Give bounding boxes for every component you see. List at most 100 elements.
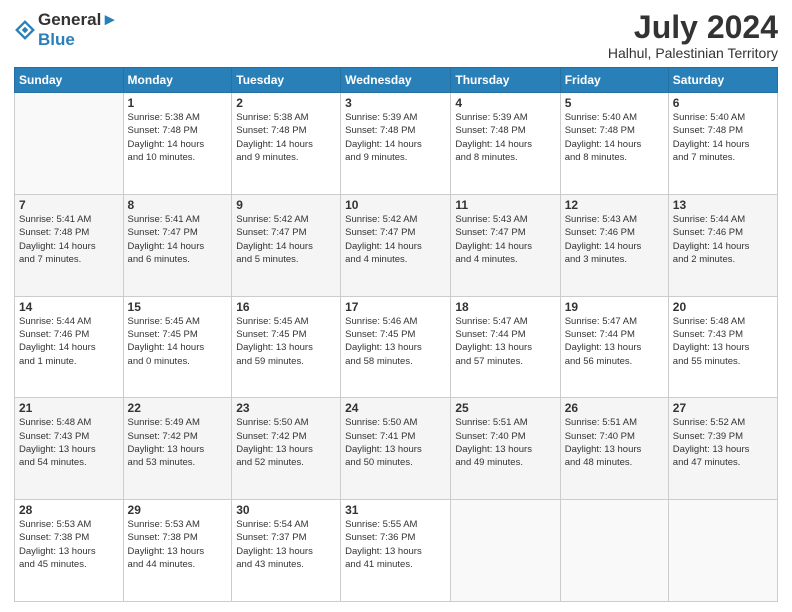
title-section: July 2024 Halhul, Palestinian Territory — [608, 10, 778, 61]
calendar-week-row: 21Sunrise: 5:48 AM Sunset: 7:43 PM Dayli… — [15, 398, 778, 500]
day-number: 9 — [236, 198, 336, 212]
calendar-week-row: 28Sunrise: 5:53 AM Sunset: 7:38 PM Dayli… — [15, 500, 778, 602]
calendar-cell: 5Sunrise: 5:40 AM Sunset: 7:48 PM Daylig… — [560, 93, 668, 195]
calendar-cell: 23Sunrise: 5:50 AM Sunset: 7:42 PM Dayli… — [232, 398, 341, 500]
day-info: Sunrise: 5:47 AM Sunset: 7:44 PM Dayligh… — [565, 315, 664, 368]
calendar-cell: 10Sunrise: 5:42 AM Sunset: 7:47 PM Dayli… — [341, 194, 451, 296]
day-info: Sunrise: 5:42 AM Sunset: 7:47 PM Dayligh… — [345, 213, 446, 266]
calendar-day-header: Saturday — [668, 68, 777, 93]
day-number: 27 — [673, 401, 773, 415]
calendar-cell: 24Sunrise: 5:50 AM Sunset: 7:41 PM Dayli… — [341, 398, 451, 500]
calendar-cell: 22Sunrise: 5:49 AM Sunset: 7:42 PM Dayli… — [123, 398, 232, 500]
day-info: Sunrise: 5:48 AM Sunset: 7:43 PM Dayligh… — [673, 315, 773, 368]
day-info: Sunrise: 5:39 AM Sunset: 7:48 PM Dayligh… — [455, 111, 555, 164]
day-number: 10 — [345, 198, 446, 212]
calendar-day-header: Thursday — [451, 68, 560, 93]
calendar-day-header: Tuesday — [232, 68, 341, 93]
day-info: Sunrise: 5:38 AM Sunset: 7:48 PM Dayligh… — [128, 111, 228, 164]
day-number: 2 — [236, 96, 336, 110]
day-info: Sunrise: 5:51 AM Sunset: 7:40 PM Dayligh… — [455, 416, 555, 469]
calendar-cell: 1Sunrise: 5:38 AM Sunset: 7:48 PM Daylig… — [123, 93, 232, 195]
day-number: 4 — [455, 96, 555, 110]
day-number: 3 — [345, 96, 446, 110]
calendar-cell: 9Sunrise: 5:42 AM Sunset: 7:47 PM Daylig… — [232, 194, 341, 296]
calendar-cell: 4Sunrise: 5:39 AM Sunset: 7:48 PM Daylig… — [451, 93, 560, 195]
calendar-cell: 6Sunrise: 5:40 AM Sunset: 7:48 PM Daylig… — [668, 93, 777, 195]
calendar-cell: 30Sunrise: 5:54 AM Sunset: 7:37 PM Dayli… — [232, 500, 341, 602]
day-number: 13 — [673, 198, 773, 212]
calendar-cell: 26Sunrise: 5:51 AM Sunset: 7:40 PM Dayli… — [560, 398, 668, 500]
calendar-day-header: Sunday — [15, 68, 124, 93]
day-info: Sunrise: 5:41 AM Sunset: 7:48 PM Dayligh… — [19, 213, 119, 266]
main-title: July 2024 — [608, 10, 778, 45]
day-info: Sunrise: 5:39 AM Sunset: 7:48 PM Dayligh… — [345, 111, 446, 164]
logo-icon — [14, 19, 36, 41]
day-number: 11 — [455, 198, 555, 212]
calendar-day-header: Monday — [123, 68, 232, 93]
day-number: 14 — [19, 300, 119, 314]
day-number: 26 — [565, 401, 664, 415]
day-number: 8 — [128, 198, 228, 212]
day-info: Sunrise: 5:51 AM Sunset: 7:40 PM Dayligh… — [565, 416, 664, 469]
subtitle: Halhul, Palestinian Territory — [608, 45, 778, 61]
day-info: Sunrise: 5:41 AM Sunset: 7:47 PM Dayligh… — [128, 213, 228, 266]
day-number: 24 — [345, 401, 446, 415]
calendar-cell: 27Sunrise: 5:52 AM Sunset: 7:39 PM Dayli… — [668, 398, 777, 500]
day-info: Sunrise: 5:50 AM Sunset: 7:42 PM Dayligh… — [236, 416, 336, 469]
calendar-cell: 19Sunrise: 5:47 AM Sunset: 7:44 PM Dayli… — [560, 296, 668, 398]
calendar-cell: 2Sunrise: 5:38 AM Sunset: 7:48 PM Daylig… — [232, 93, 341, 195]
day-number: 7 — [19, 198, 119, 212]
calendar-cell: 13Sunrise: 5:44 AM Sunset: 7:46 PM Dayli… — [668, 194, 777, 296]
day-info: Sunrise: 5:53 AM Sunset: 7:38 PM Dayligh… — [128, 518, 228, 571]
day-number: 25 — [455, 401, 555, 415]
day-info: Sunrise: 5:43 AM Sunset: 7:46 PM Dayligh… — [565, 213, 664, 266]
day-number: 19 — [565, 300, 664, 314]
logo-text: General► Blue — [38, 10, 118, 49]
day-number: 16 — [236, 300, 336, 314]
day-info: Sunrise: 5:55 AM Sunset: 7:36 PM Dayligh… — [345, 518, 446, 571]
calendar-cell: 25Sunrise: 5:51 AM Sunset: 7:40 PM Dayli… — [451, 398, 560, 500]
day-info: Sunrise: 5:46 AM Sunset: 7:45 PM Dayligh… — [345, 315, 446, 368]
day-info: Sunrise: 5:54 AM Sunset: 7:37 PM Dayligh… — [236, 518, 336, 571]
day-number: 29 — [128, 503, 228, 517]
day-number: 30 — [236, 503, 336, 517]
calendar-cell: 11Sunrise: 5:43 AM Sunset: 7:47 PM Dayli… — [451, 194, 560, 296]
calendar-cell: 7Sunrise: 5:41 AM Sunset: 7:48 PM Daylig… — [15, 194, 124, 296]
calendar-day-header: Friday — [560, 68, 668, 93]
calendar-cell — [668, 500, 777, 602]
day-number: 20 — [673, 300, 773, 314]
calendar-cell: 3Sunrise: 5:39 AM Sunset: 7:48 PM Daylig… — [341, 93, 451, 195]
calendar-cell — [451, 500, 560, 602]
day-number: 12 — [565, 198, 664, 212]
day-number: 5 — [565, 96, 664, 110]
calendar-day-header: Wednesday — [341, 68, 451, 93]
day-info: Sunrise: 5:40 AM Sunset: 7:48 PM Dayligh… — [673, 111, 773, 164]
calendar-cell: 28Sunrise: 5:53 AM Sunset: 7:38 PM Dayli… — [15, 500, 124, 602]
calendar-week-row: 7Sunrise: 5:41 AM Sunset: 7:48 PM Daylig… — [15, 194, 778, 296]
day-info: Sunrise: 5:50 AM Sunset: 7:41 PM Dayligh… — [345, 416, 446, 469]
day-info: Sunrise: 5:40 AM Sunset: 7:48 PM Dayligh… — [565, 111, 664, 164]
calendar-header-row: SundayMondayTuesdayWednesdayThursdayFrid… — [15, 68, 778, 93]
calendar-cell — [15, 93, 124, 195]
day-number: 15 — [128, 300, 228, 314]
calendar-cell: 21Sunrise: 5:48 AM Sunset: 7:43 PM Dayli… — [15, 398, 124, 500]
calendar-cell: 17Sunrise: 5:46 AM Sunset: 7:45 PM Dayli… — [341, 296, 451, 398]
day-info: Sunrise: 5:47 AM Sunset: 7:44 PM Dayligh… — [455, 315, 555, 368]
day-number: 23 — [236, 401, 336, 415]
calendar-cell: 15Sunrise: 5:45 AM Sunset: 7:45 PM Dayli… — [123, 296, 232, 398]
day-info: Sunrise: 5:44 AM Sunset: 7:46 PM Dayligh… — [673, 213, 773, 266]
day-number: 21 — [19, 401, 119, 415]
day-info: Sunrise: 5:49 AM Sunset: 7:42 PM Dayligh… — [128, 416, 228, 469]
calendar-week-row: 14Sunrise: 5:44 AM Sunset: 7:46 PM Dayli… — [15, 296, 778, 398]
day-number: 18 — [455, 300, 555, 314]
calendar-cell: 16Sunrise: 5:45 AM Sunset: 7:45 PM Dayli… — [232, 296, 341, 398]
calendar-cell: 8Sunrise: 5:41 AM Sunset: 7:47 PM Daylig… — [123, 194, 232, 296]
day-info: Sunrise: 5:48 AM Sunset: 7:43 PM Dayligh… — [19, 416, 119, 469]
calendar-week-row: 1Sunrise: 5:38 AM Sunset: 7:48 PM Daylig… — [15, 93, 778, 195]
day-info: Sunrise: 5:52 AM Sunset: 7:39 PM Dayligh… — [673, 416, 773, 469]
calendar-cell: 14Sunrise: 5:44 AM Sunset: 7:46 PM Dayli… — [15, 296, 124, 398]
calendar-cell: 20Sunrise: 5:48 AM Sunset: 7:43 PM Dayli… — [668, 296, 777, 398]
calendar-cell: 31Sunrise: 5:55 AM Sunset: 7:36 PM Dayli… — [341, 500, 451, 602]
calendar-cell: 29Sunrise: 5:53 AM Sunset: 7:38 PM Dayli… — [123, 500, 232, 602]
header: General► Blue July 2024 Halhul, Palestin… — [14, 10, 778, 61]
